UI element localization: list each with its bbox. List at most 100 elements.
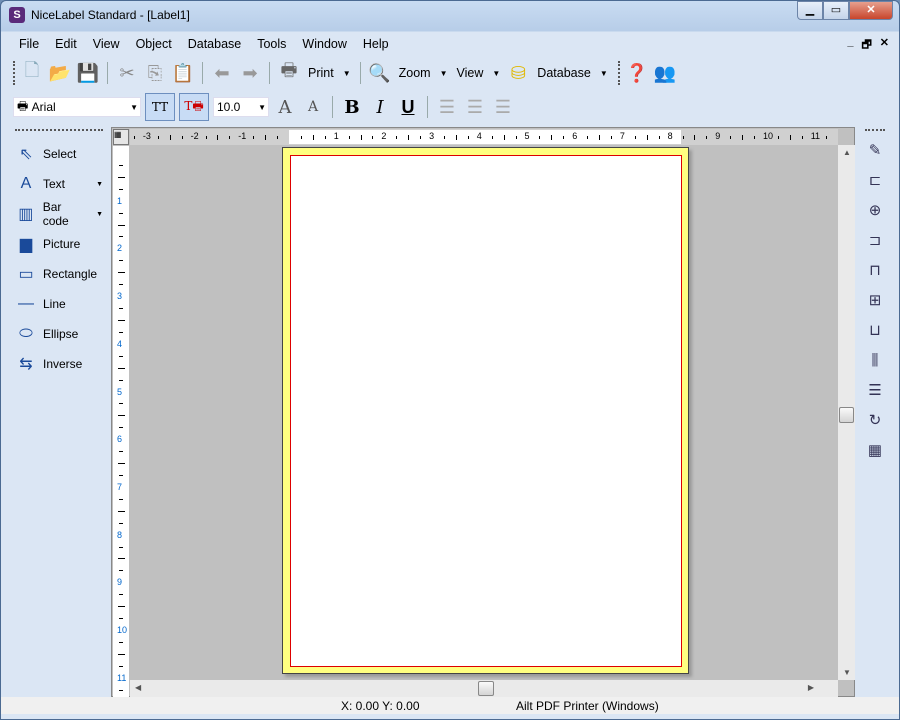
vertical-scroll-thumb[interactable] <box>839 407 854 423</box>
font-size-select[interactable]: 10.0 ▼ <box>213 97 269 117</box>
printer-icon[interactable]: 🖶 <box>277 60 301 85</box>
undo-icon[interactable]: ⬅ <box>210 61 234 85</box>
chevron-down-icon[interactable]: ▼ <box>598 69 610 78</box>
doc-close-button[interactable]: ✕ <box>880 36 889 55</box>
menu-database[interactable]: Database <box>180 35 250 53</box>
space-vertical-icon[interactable]: ☰ <box>863 375 887 405</box>
menu-tools[interactable]: Tools <box>249 35 294 53</box>
ruler-tick <box>119 355 123 357</box>
view-button[interactable]: View <box>454 66 487 80</box>
printer-font-toggle[interactable]: T🖶 <box>179 93 209 121</box>
tool-line[interactable]: — Line <box>11 289 107 319</box>
align-left-icon[interactable]: ⊏ <box>863 165 887 195</box>
tool-select[interactable]: ⇖ Select <box>11 139 107 169</box>
zoom-icon[interactable]: 🔍 <box>368 61 392 85</box>
vertical-scrollbar[interactable]: ▲ ▼ <box>838 145 855 680</box>
space-horizontal-icon[interactable]: ⫼ <box>863 345 887 375</box>
font-shrink-icon[interactable]: A <box>301 95 325 119</box>
open-icon[interactable]: 📂 <box>48 61 72 85</box>
ruler-tick <box>742 134 744 140</box>
tool-ellipse[interactable]: ⬭ Ellipse <box>11 319 107 349</box>
new-icon[interactable]: 🗋 <box>20 60 44 85</box>
rectangle-icon: ▭ <box>18 266 34 283</box>
tool-rectangle[interactable]: ▭ Rectangle <box>11 259 107 289</box>
font-grow-icon[interactable]: A <box>273 95 297 119</box>
bold-icon[interactable]: B <box>340 95 364 119</box>
redo-icon[interactable]: ➡ <box>238 61 262 85</box>
italic-icon[interactable]: I <box>368 95 392 119</box>
rotate-icon[interactable]: ↻ <box>863 405 887 435</box>
ruler-label: 9 <box>715 131 721 141</box>
ruler-tick <box>539 135 541 139</box>
copy-icon[interactable]: ⎘ <box>143 61 167 85</box>
truetype-font-toggle[interactable]: TT <box>145 93 175 121</box>
color-pens-icon[interactable]: ✎ <box>863 135 887 165</box>
align-middle-icon[interactable]: ⊞ <box>863 285 887 315</box>
align-right-icon[interactable]: ☰ <box>491 95 515 119</box>
ruler-tick <box>312 134 314 140</box>
ruler-tick <box>610 135 612 139</box>
chevron-down-icon[interactable]: ▼ <box>341 69 353 78</box>
ruler-tick <box>117 415 125 417</box>
tool-text[interactable]: A Text ▼ <box>11 169 107 199</box>
underline-icon[interactable]: U <box>396 95 420 119</box>
menu-help[interactable]: Help <box>355 35 397 53</box>
chevron-down-icon[interactable]: ▼ <box>96 211 103 218</box>
zoom-button[interactable]: Zoom <box>396 66 434 80</box>
tool-bar-code[interactable]: ▥ Bar code ▼ <box>11 199 107 229</box>
ruler-tick <box>181 135 183 139</box>
ruler-tick <box>455 134 457 140</box>
chevron-down-icon[interactable]: ▼ <box>490 69 502 78</box>
align-right-icon[interactable]: ⊐ <box>863 225 887 255</box>
ruler-tick <box>789 134 791 140</box>
ruler-tick <box>117 224 125 226</box>
ruler-tick <box>119 689 123 691</box>
ruler-tick <box>229 135 231 139</box>
printable-area[interactable] <box>290 155 682 667</box>
menu-file[interactable]: File <box>11 35 47 53</box>
menu-object[interactable]: Object <box>128 35 180 53</box>
menu-edit[interactable]: Edit <box>47 35 85 53</box>
ruler-tick <box>117 510 125 512</box>
tool-picture[interactable]: ▆ Picture <box>11 229 107 259</box>
users-icon[interactable]: 👥 <box>653 61 677 85</box>
minimize-button[interactable]: ▁ <box>797 1 823 20</box>
align-center-icon[interactable]: ☰ <box>463 95 487 119</box>
align-center-h-icon[interactable]: ⊕ <box>863 195 887 225</box>
label-page[interactable] <box>282 147 689 674</box>
ruler-units-icon[interactable]: ▦ <box>113 129 129 145</box>
ruler-tick <box>801 135 803 139</box>
cut-icon[interactable]: ✂ <box>115 61 139 85</box>
properties-icon[interactable]: ▦ <box>863 435 887 465</box>
align-top-icon[interactable]: ⊓ <box>863 255 887 285</box>
print-button[interactable]: Print <box>305 66 337 80</box>
ruler-tick <box>491 135 493 139</box>
paste-icon[interactable]: 📋 <box>171 61 195 85</box>
ruler-tick <box>396 135 398 139</box>
toolbar-grip[interactable] <box>13 61 16 85</box>
doc-minimize-button[interactable]: _ <box>847 36 853 55</box>
chevron-down-icon[interactable]: ▼ <box>96 181 103 188</box>
menu-view[interactable]: View <box>85 35 128 53</box>
maximize-button[interactable]: ▭ <box>823 1 849 20</box>
menu-window[interactable]: Window <box>294 35 354 53</box>
help-icon[interactable]: ❓ <box>625 61 649 85</box>
ruler-tick <box>119 284 123 286</box>
align-bottom-icon[interactable]: ⊔ <box>863 315 887 345</box>
save-icon[interactable]: 💾 <box>76 61 100 85</box>
align-left-icon[interactable]: ☰ <box>435 95 459 119</box>
horizontal-scrollbar[interactable]: ◀ ▶ <box>130 680 838 697</box>
doc-restore-button[interactable]: 🗗 <box>861 36 871 55</box>
database-button[interactable]: Database <box>534 66 594 80</box>
ruler-label: 11 <box>117 672 127 683</box>
font-select[interactable]: 🖶 Arial ▼ <box>13 97 141 117</box>
design-area[interactable]: ▦ -3 -2 -1 1 2 3 4 5 6 7 8 9 10 11 1 2 3 4 5 6 7 8 9 10 11 ▲ ▼ … <box>111 127 855 698</box>
ruler-tick <box>117 176 125 178</box>
ruler-tick <box>119 164 123 166</box>
printer-status[interactable]: Ailt PDF Printer (Windows) <box>516 699 659 713</box>
chevron-down-icon[interactable]: ▼ <box>438 69 450 78</box>
horizontal-scroll-thumb[interactable] <box>478 681 494 696</box>
tool-inverse[interactable]: ⇆ Inverse <box>11 349 107 379</box>
close-button[interactable]: ✕ <box>849 1 893 20</box>
database-icon[interactable]: ⛁ <box>506 61 530 85</box>
